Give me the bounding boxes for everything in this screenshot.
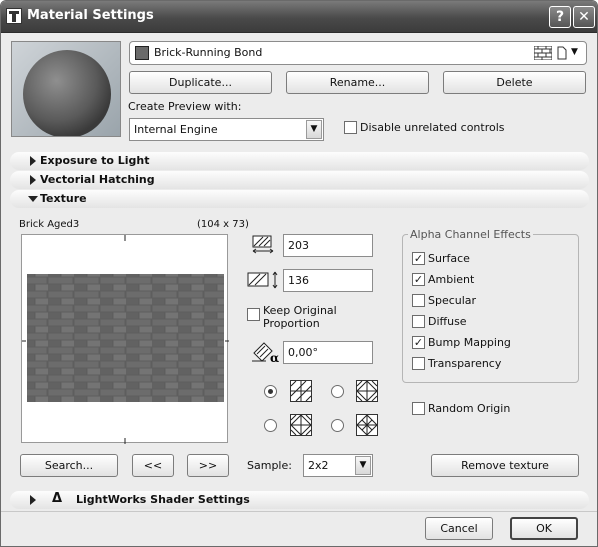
texture-preview[interactable] xyxy=(21,234,229,444)
expanded-arrow-icon xyxy=(28,196,38,202)
hatch-pattern-icon[interactable] xyxy=(533,45,553,61)
transparency-checkbox[interactable] xyxy=(412,357,425,370)
surface-checkbox[interactable]: ✓ xyxy=(412,252,425,265)
section-texture[interactable]: Texture xyxy=(10,190,589,208)
keep-proportion-label-line2: Proportion xyxy=(263,317,320,330)
material-settings-dialog: Material Settings ? ✕ Brick-Running Bond… xyxy=(0,0,598,547)
mirror-xy-icon xyxy=(356,414,378,436)
rename-button[interactable]: Rename... xyxy=(286,71,429,94)
rotation-angle-icon: α xyxy=(250,339,282,365)
texture-width-value: 203 xyxy=(288,239,309,252)
mirror-option-2-radio[interactable] xyxy=(331,385,344,398)
title-bar: Material Settings ? ✕ xyxy=(1,1,597,33)
texture-height-icon xyxy=(246,270,280,290)
rotation-angle-field[interactable]: 0,00° xyxy=(283,341,373,364)
bump-mapping-checkbox[interactable]: ✓ xyxy=(412,336,425,349)
material-swatch xyxy=(135,46,149,60)
section-texture-label: Texture xyxy=(40,192,87,205)
disable-controls-label: Disable unrelated controls xyxy=(360,121,505,134)
svg-text:α: α xyxy=(270,351,279,363)
rotation-angle-value: 0,00° xyxy=(288,346,318,359)
texture-width-field[interactable]: 203 xyxy=(283,234,373,257)
mirror-none-icon xyxy=(290,380,312,402)
material-name-field[interactable]: Brick-Running Bond xyxy=(129,41,587,65)
footer-divider xyxy=(1,511,597,512)
texture-width-icon xyxy=(251,235,275,255)
alpha-channel-title: Alpha Channel Effects xyxy=(408,228,533,241)
surface-label: Surface xyxy=(428,252,470,265)
mirror-x-icon xyxy=(356,380,378,402)
texture-height-value: 136 xyxy=(288,274,309,287)
random-origin-checkbox[interactable] xyxy=(412,402,425,415)
app-icon xyxy=(6,8,22,24)
bump-mapping-label: Bump Mapping xyxy=(428,336,511,349)
delete-button[interactable]: Delete xyxy=(443,71,586,94)
chevron-down-icon[interactable]: ▼ xyxy=(355,456,371,475)
keep-proportion-checkbox[interactable] xyxy=(247,308,260,321)
mirror-option-1-radio[interactable] xyxy=(264,385,277,398)
texture-height-field[interactable]: 136 xyxy=(283,269,373,292)
help-button[interactable]: ? xyxy=(549,6,571,28)
ok-button[interactable]: OK xyxy=(510,517,578,540)
document-icon[interactable] xyxy=(557,46,567,60)
material-preview-image xyxy=(11,41,121,137)
section-lightworks-label: LightWorks Shader Settings xyxy=(76,493,250,506)
collapsed-arrow-icon xyxy=(30,495,36,505)
remove-texture-button[interactable]: Remove texture xyxy=(431,454,579,477)
preview-engine-value: Internal Engine xyxy=(134,123,218,136)
lightworks-icon: Δ xyxy=(52,491,63,506)
mirror-y-icon xyxy=(290,414,312,436)
section-vectorial-hatching[interactable]: Vectorial Hatching xyxy=(10,171,589,189)
cancel-button[interactable]: Cancel xyxy=(425,517,493,540)
chevron-down-icon[interactable]: ▼ xyxy=(306,120,322,139)
sample-value: 2x2 xyxy=(308,459,329,472)
next-texture-button[interactable]: >> xyxy=(187,454,229,477)
preview-engine-select[interactable]: Internal Engine xyxy=(129,118,324,141)
specular-checkbox[interactable] xyxy=(412,294,425,307)
close-button[interactable]: ✕ xyxy=(573,6,595,28)
diffuse-label: Diffuse xyxy=(428,315,467,328)
previous-texture-button[interactable]: << xyxy=(132,454,174,477)
section-exposure-label: Exposure to Light xyxy=(40,154,150,167)
transparency-label: Transparency xyxy=(428,357,502,370)
section-lightworks[interactable]: Δ LightWorks Shader Settings xyxy=(10,491,589,509)
dropdown-arrow-icon[interactable]: ▼ xyxy=(571,47,578,57)
mirror-option-3-radio[interactable] xyxy=(264,419,277,432)
duplicate-button[interactable]: Duplicate... xyxy=(129,71,272,94)
search-texture-button[interactable]: Search... xyxy=(20,454,118,477)
texture-name: Brick Aged3 xyxy=(19,219,80,230)
collapsed-arrow-icon xyxy=(30,156,36,166)
ambient-checkbox[interactable]: ✓ xyxy=(412,273,425,286)
ambient-label: Ambient xyxy=(428,273,475,286)
window-title: Material Settings xyxy=(27,8,154,23)
keep-proportion-label-line1: Keep Original xyxy=(263,304,337,317)
diffuse-checkbox[interactable] xyxy=(412,315,425,328)
texture-size: (104 x 73) xyxy=(197,219,249,230)
random-origin-label: Random Origin xyxy=(428,402,511,415)
material-name: Brick-Running Bond xyxy=(154,46,263,59)
disable-controls-checkbox[interactable] xyxy=(344,121,357,134)
specular-label: Specular xyxy=(428,294,477,307)
collapsed-arrow-icon xyxy=(30,175,36,185)
sample-label: Sample: xyxy=(247,459,292,472)
section-exposure[interactable]: Exposure to Light xyxy=(10,152,589,170)
mirror-option-4-radio[interactable] xyxy=(331,419,344,432)
create-preview-label: Create Preview with: xyxy=(128,100,242,113)
section-vectorial-label: Vectorial Hatching xyxy=(40,173,155,186)
